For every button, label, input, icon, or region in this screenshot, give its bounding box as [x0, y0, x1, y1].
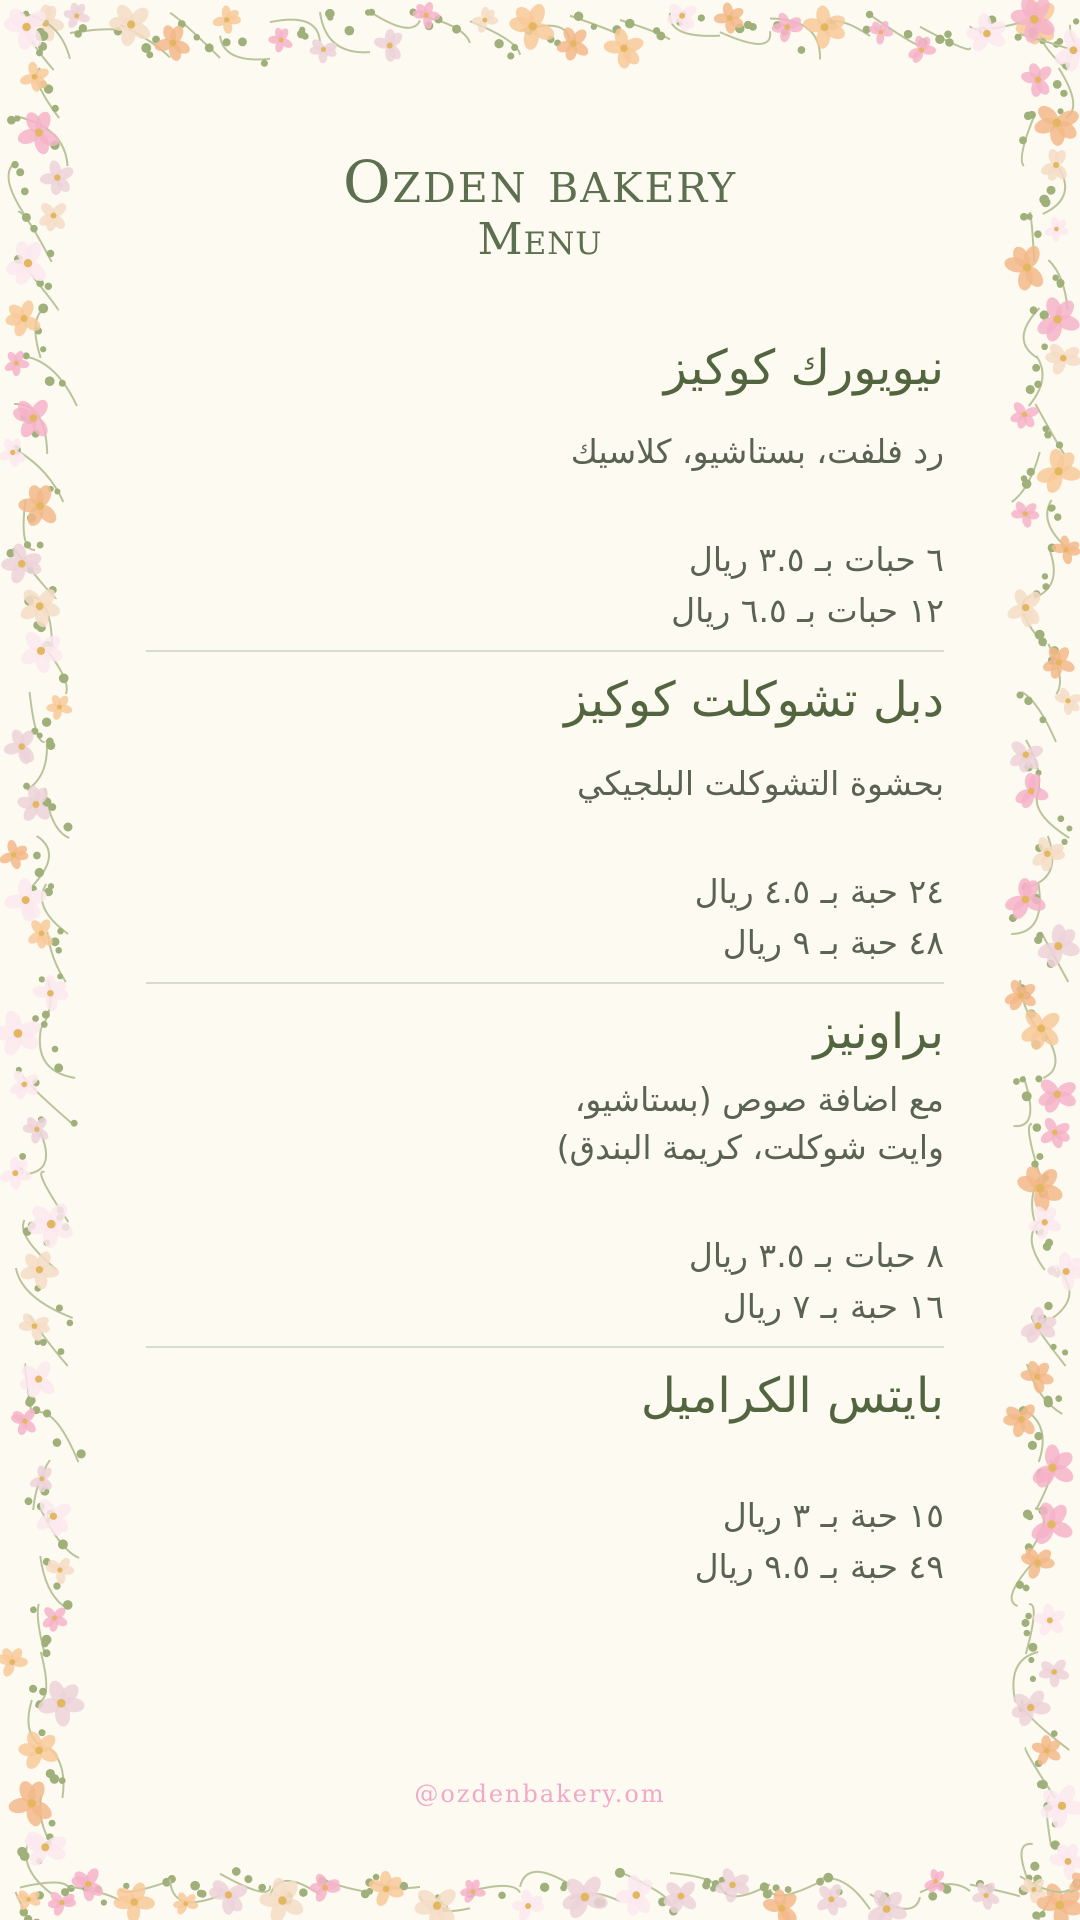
bakery-title: Ozden bakery	[342, 148, 738, 216]
item-prices: ٦ حبات بـ ٣.٥ ريال ١٢ حبات بـ ٦.٥ ريال	[146, 534, 944, 636]
item-description: بحشوة التشوكلت البلجيكي	[576, 764, 944, 804]
instagram-handle: @ozdenbakery.om	[414, 1780, 666, 1808]
divider	[146, 650, 944, 653]
menu-item-brownies: براونيز مع اضافة صوص (بستاشيو، وايت شوكل…	[146, 1002, 944, 1332]
item-description: مع اضافة صوص (بستاشيو، وايت شوكلت، كريمة…	[146, 1076, 944, 1172]
menu-item-caramel-bites: بايتس الكراميل ١٥ حبة بـ ٣ ريال ٤٩ حبة ب…	[146, 1366, 944, 1592]
description-line: مع اضافة صوص (بستاشيو،	[574, 1080, 944, 1120]
divider	[146, 982, 944, 985]
description-line: وايت شوكلت، كريمة البندق)	[556, 1128, 944, 1168]
menu-subtitle: Menu	[477, 214, 603, 265]
divider	[146, 1346, 944, 1349]
price-line: ١٢ حبات بـ ٦.٥ ريال	[671, 590, 944, 630]
price-line: ١٥ حبة بـ ٣ ريال	[722, 1496, 944, 1536]
item-name: براونيز	[813, 1004, 944, 1061]
item-name: دبل تشوكلت كوكيز	[564, 672, 944, 729]
item-prices: ٨ حبات بـ ٣.٥ ريال ١٦ حبة بـ ٧ ريال	[146, 1230, 944, 1332]
price-line: ٦ حبات بـ ٣.٥ ريال	[688, 539, 944, 579]
price-line: ٨ حبات بـ ٣.٥ ريال	[688, 1235, 944, 1275]
item-name: بايتس الكراميل	[640, 1368, 944, 1425]
price-line: ٤٩ حبة بـ ٩.٥ ريال	[694, 1547, 944, 1587]
menu-item-newyork: نيويورك كوكيز رد فلفت، بستاشيو، كلاسيك ٦…	[146, 338, 944, 636]
price-line: ٤٨ حبة بـ ٩ ريال	[722, 923, 944, 963]
menu-list: نيويورك كوكيز رد فلفت، بستاشيو، كلاسيك ٦…	[146, 320, 944, 1593]
item-prices: ١٥ حبة بـ ٣ ريال ٤٩ حبة بـ ٩.٥ ريال	[146, 1490, 944, 1592]
price-line: ٢٤ حبة بـ ٤.٥ ريال	[694, 871, 944, 911]
item-prices: ٢٤ حبة بـ ٤.٥ ريال ٤٨ حبة بـ ٩ ريال	[146, 866, 944, 968]
menu-item-double-chocolate: دبل تشوكلت كوكيز بحشوة التشوكلت البلجيكي…	[146, 670, 944, 968]
price-line: ١٦ حبة بـ ٧ ريال	[722, 1287, 944, 1327]
item-name: نيويورك كوكيز	[663, 340, 944, 396]
item-description: رد فلفت، بستاشيو، كلاسيك	[570, 432, 944, 471]
